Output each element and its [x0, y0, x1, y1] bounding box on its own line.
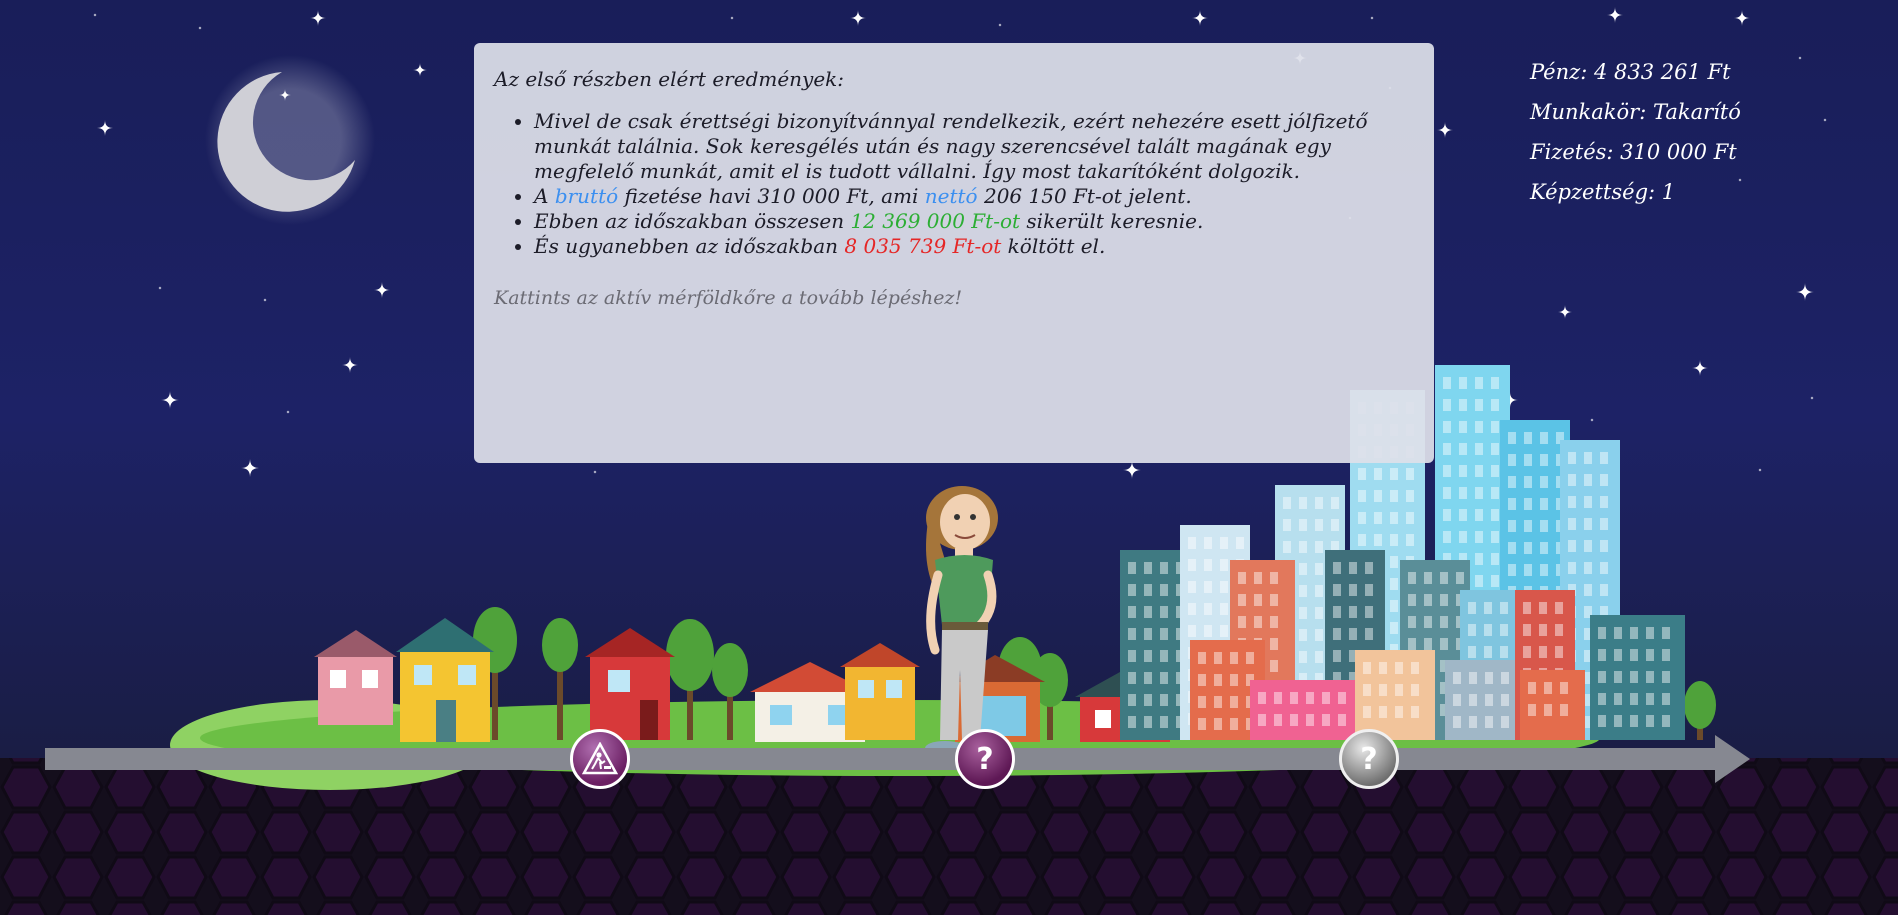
building-icon: [1120, 550, 1190, 740]
highlight-blue: nettó: [924, 184, 978, 208]
building-icon: [1520, 670, 1585, 740]
result-item: Mivel de csak érettségi bizonyítvánnyal …: [534, 109, 1414, 184]
result-text: Mivel de csak érettségi bizonyítvánnyal …: [534, 109, 1368, 183]
panel-heading: Az első részben elért eredmények:: [494, 67, 845, 91]
building-icon: [1250, 680, 1360, 740]
building-icon: [1590, 615, 1685, 740]
stat-job: Munkakör: Takarító: [1530, 100, 1741, 124]
result-text: költött el.: [1001, 234, 1106, 258]
milestone-locked-label: ?: [1360, 741, 1378, 777]
result-item: És ugyanebben az időszakban 8 035 739 Ft…: [534, 234, 1414, 259]
highlight-green: 12 369 000 Ft-ot: [850, 209, 1021, 233]
stat-education: Képzettség: 1: [1530, 180, 1676, 204]
result-text: sikerült keresnie.: [1020, 209, 1204, 233]
highlight-blue: bruttó: [554, 184, 619, 208]
results-panel: Az első részben elért eredmények: Mivel …: [474, 43, 1434, 463]
result-item: A bruttó fizetése havi 310 000 Ft, ami n…: [534, 184, 1414, 209]
highlight-red: 8 035 739 Ft-ot: [844, 234, 1002, 258]
result-text: fizetése havi 310 000 Ft, ami: [618, 184, 925, 208]
result-text: És ugyanebben az időszakban: [534, 234, 845, 258]
result-text: 206 150 Ft-ot jelent.: [977, 184, 1192, 208]
building-icon: [1445, 660, 1515, 740]
building-icon: [1355, 650, 1435, 740]
player-stats: Pénz: 4 833 261 Ft Munkakör: Takarító Fi…: [1530, 56, 1741, 216]
continue-hint: Kattints az aktív mérföldkőre a tovább l…: [494, 287, 963, 309]
milestone-next-label: ?: [976, 741, 994, 777]
results-list: Mivel de csak érettségi bizonyítvánnyal …: [494, 109, 1414, 259]
stat-salary: Fizetés: 310 000 Ft: [1530, 140, 1737, 164]
construction-worker-icon: [582, 742, 618, 775]
milestone-next[interactable]: ?: [955, 729, 1015, 789]
milestone-current[interactable]: [570, 729, 630, 789]
result-item: Ebben az időszakban összesen 12 369 000 …: [534, 209, 1414, 234]
moon-icon: [205, 55, 375, 225]
stat-money: Pénz: 4 833 261 Ft: [1530, 60, 1731, 84]
result-text: A: [534, 184, 555, 208]
result-text: Ebben az időszakban összesen: [534, 209, 851, 233]
milestone-locked: ?: [1339, 729, 1399, 789]
